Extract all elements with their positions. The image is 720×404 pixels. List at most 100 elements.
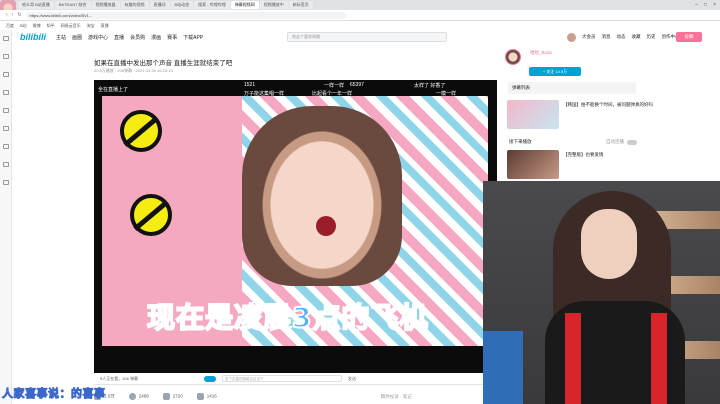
nav-item[interactable]: 赛事 (167, 34, 177, 41)
nav-item[interactable]: 直播 (114, 34, 124, 41)
rail-history-icon[interactable] (2, 72, 9, 77)
share-button[interactable]: 1416 (196, 393, 217, 400)
rail-chat-icon[interactable] (2, 126, 9, 131)
nav-right: 大会员 消息 动态 收藏 历史 创作中心 (567, 30, 680, 44)
upload-button[interactable]: 投稿 (676, 32, 702, 42)
nav-item[interactable]: 画圈 (72, 34, 82, 41)
bilibili-logo[interactable]: bilibili (20, 32, 46, 42)
user-avatar[interactable] (567, 32, 576, 42)
recommended-title: 【完整版】也要爱情 (563, 152, 604, 157)
bookmark-item[interactable]: 淘宝 (87, 23, 95, 29)
danmaku-comment: 太样了 好香了 (414, 83, 446, 89)
nav-item[interactable]: 主站 (56, 34, 66, 41)
uploader-name[interactable]: 哈哈_Brain (530, 50, 552, 56)
favorite-button[interactable]: 2720 (162, 393, 183, 400)
danmaku-comment: 65397 (350, 82, 364, 88)
share-icon (196, 393, 204, 400)
rail-cart-icon[interactable] (2, 162, 9, 167)
video-title: 如果在直播中发出那个声音 直播生涯就结束了吧 (94, 60, 233, 67)
jacket-stripe (651, 313, 667, 404)
rail-mail-icon[interactable] (2, 144, 9, 149)
rail-home-icon[interactable] (2, 36, 9, 41)
viewer-count: 9人正在看，306 弹幕 (100, 375, 139, 381)
recommended-thumbnail (507, 100, 559, 129)
danmaku-comment: 比起看个一年一样 (312, 91, 353, 97)
coin-icon (128, 393, 136, 400)
share-count: 1416 (206, 393, 217, 399)
autoplay-row: 接下来播放 自动连播 (509, 139, 637, 145)
bookmark-item[interactable]: 知乎 (47, 23, 55, 29)
autoplay-toggle[interactable] (627, 139, 637, 145)
rail-note-icon[interactable] (2, 108, 9, 113)
nav-history[interactable]: 历史 (647, 34, 656, 40)
danmaku-comment: 1521 (244, 82, 256, 88)
nav-item[interactable]: 游戏中心 (88, 34, 108, 41)
maximize-icon[interactable]: □ (704, 2, 707, 8)
bookmark-item[interactable]: 直播 (101, 23, 109, 29)
video-meta: 22.8万播放 · 208弹幕 · 2021-03-09 16:23:15 (94, 68, 173, 73)
rail-settings-icon[interactable] (2, 180, 9, 185)
streamer-face (581, 209, 637, 279)
back-icon[interactable]: ‹ (6, 12, 8, 18)
minimize-icon[interactable]: – (695, 2, 698, 8)
browser-tab[interactable]: 有趣的视频 (120, 1, 149, 9)
rail-bookmark-icon[interactable] (2, 54, 9, 59)
browser-tab-active[interactable]: 弹幕视频网 (230, 1, 259, 9)
chair-graphic (483, 331, 523, 404)
nav-item[interactable]: 漫画 (151, 34, 161, 41)
browser-side-rail (0, 30, 12, 404)
bookmark-item[interactable]: 百度 (6, 23, 14, 29)
browser-tab[interactable]: BiliTRANT 结合 (54, 1, 91, 9)
nav-favorites[interactable]: 收藏 (632, 34, 641, 40)
nav-messages[interactable]: 消息 (602, 34, 611, 40)
bookmark-item[interactable]: B站 (20, 23, 27, 29)
mouth-graphic (316, 216, 336, 236)
danmaku-send-button[interactable]: 发送 (348, 376, 356, 382)
coin-button[interactable]: 2468 (128, 393, 149, 400)
browser-tab[interactable]: 视频播放中 (259, 1, 288, 9)
search-input[interactable]: 哈这个要惊闻播 (287, 32, 447, 42)
browser-tab[interactable]: 视频播放器 (91, 1, 120, 9)
browser-tab[interactable]: 哈么哥 B站直播 (18, 1, 54, 9)
uploader-avatar[interactable] (505, 49, 521, 65)
webcam-overlay (483, 181, 720, 404)
video-subtitle: 现在是凌晨3点的飞机 (146, 300, 429, 335)
url-field[interactable]: https://www.bilibili.com/video/BV1... (25, 11, 346, 19)
yellow-ball-graphic (130, 194, 172, 236)
autoplay-label: 自动连播 (606, 139, 624, 144)
browser-tab-bar: 哈么哥 B站直播 BiliTRANT 结合 视频播放器 有趣的视频 直播间 B站… (0, 0, 720, 16)
yellow-ball-graphic (120, 110, 162, 152)
jacket-stripe (565, 313, 581, 404)
danmaku-comment: 一模一样 (436, 91, 457, 97)
danmaku-input[interactable]: 发个友善的弹幕见证当下 (222, 375, 343, 382)
video-frame: 现在是凌晨3点的飞机 (102, 96, 488, 346)
danmaku-list-panel[interactable]: 弹幕列表 (508, 82, 636, 94)
report-link[interactable]: 稿件投诉 · 笔记 (381, 394, 412, 400)
bookmark-item[interactable]: 微博 (33, 23, 41, 29)
reload-icon[interactable]: ↻ (17, 12, 21, 18)
streamer-face-image (242, 106, 402, 286)
nav-vip[interactable]: 大会员 (582, 34, 596, 40)
browser-tab[interactable]: 新标签页 (288, 1, 313, 9)
nav-item[interactable]: 会员购 (130, 34, 145, 41)
danmaku-toggle[interactable] (204, 375, 217, 382)
browser-tab[interactable]: B站动态 (170, 1, 194, 9)
recommended-title: 【韩国】拍不能换个时间，被问题弹真的好吗 (563, 102, 653, 107)
danmaku-comment: 一样一样 (324, 83, 345, 89)
danmaku-comment: 万子能这集唱一样 (244, 91, 285, 97)
nav-dynamic[interactable]: 动态 (617, 34, 626, 40)
browser-tab[interactable]: 直播间 (149, 1, 170, 9)
forward-icon[interactable]: › (12, 12, 14, 18)
rail-download-icon[interactable] (2, 90, 9, 95)
bookmark-item[interactable]: 网易云音乐 (61, 23, 81, 29)
browser-tab[interactable]: 搜索 - 哔哩哔哩 (194, 1, 230, 9)
favorite-count: 2720 (172, 393, 183, 399)
coin-count: 2468 (138, 393, 149, 399)
nav-item-download-app[interactable]: 下载APP (183, 34, 203, 41)
recommended-video[interactable]: 【完整版】也要爱情 (507, 150, 657, 180)
recommended-video[interactable]: 【韩国】拍不能换个时间，被问题弹真的好吗 (507, 100, 657, 130)
video-actions: 2.0万 2468 2720 1416 稿件投诉 · 笔记 (94, 393, 412, 400)
close-icon[interactable]: × (713, 2, 716, 8)
video-player[interactable]: 现在是凌晨3点的飞机 全在直播上了 1521 万子能这集唱一样 一样一样 65397 比起… (94, 80, 497, 373)
follow-button[interactable]: + 关注 14.5万 (529, 67, 581, 76)
